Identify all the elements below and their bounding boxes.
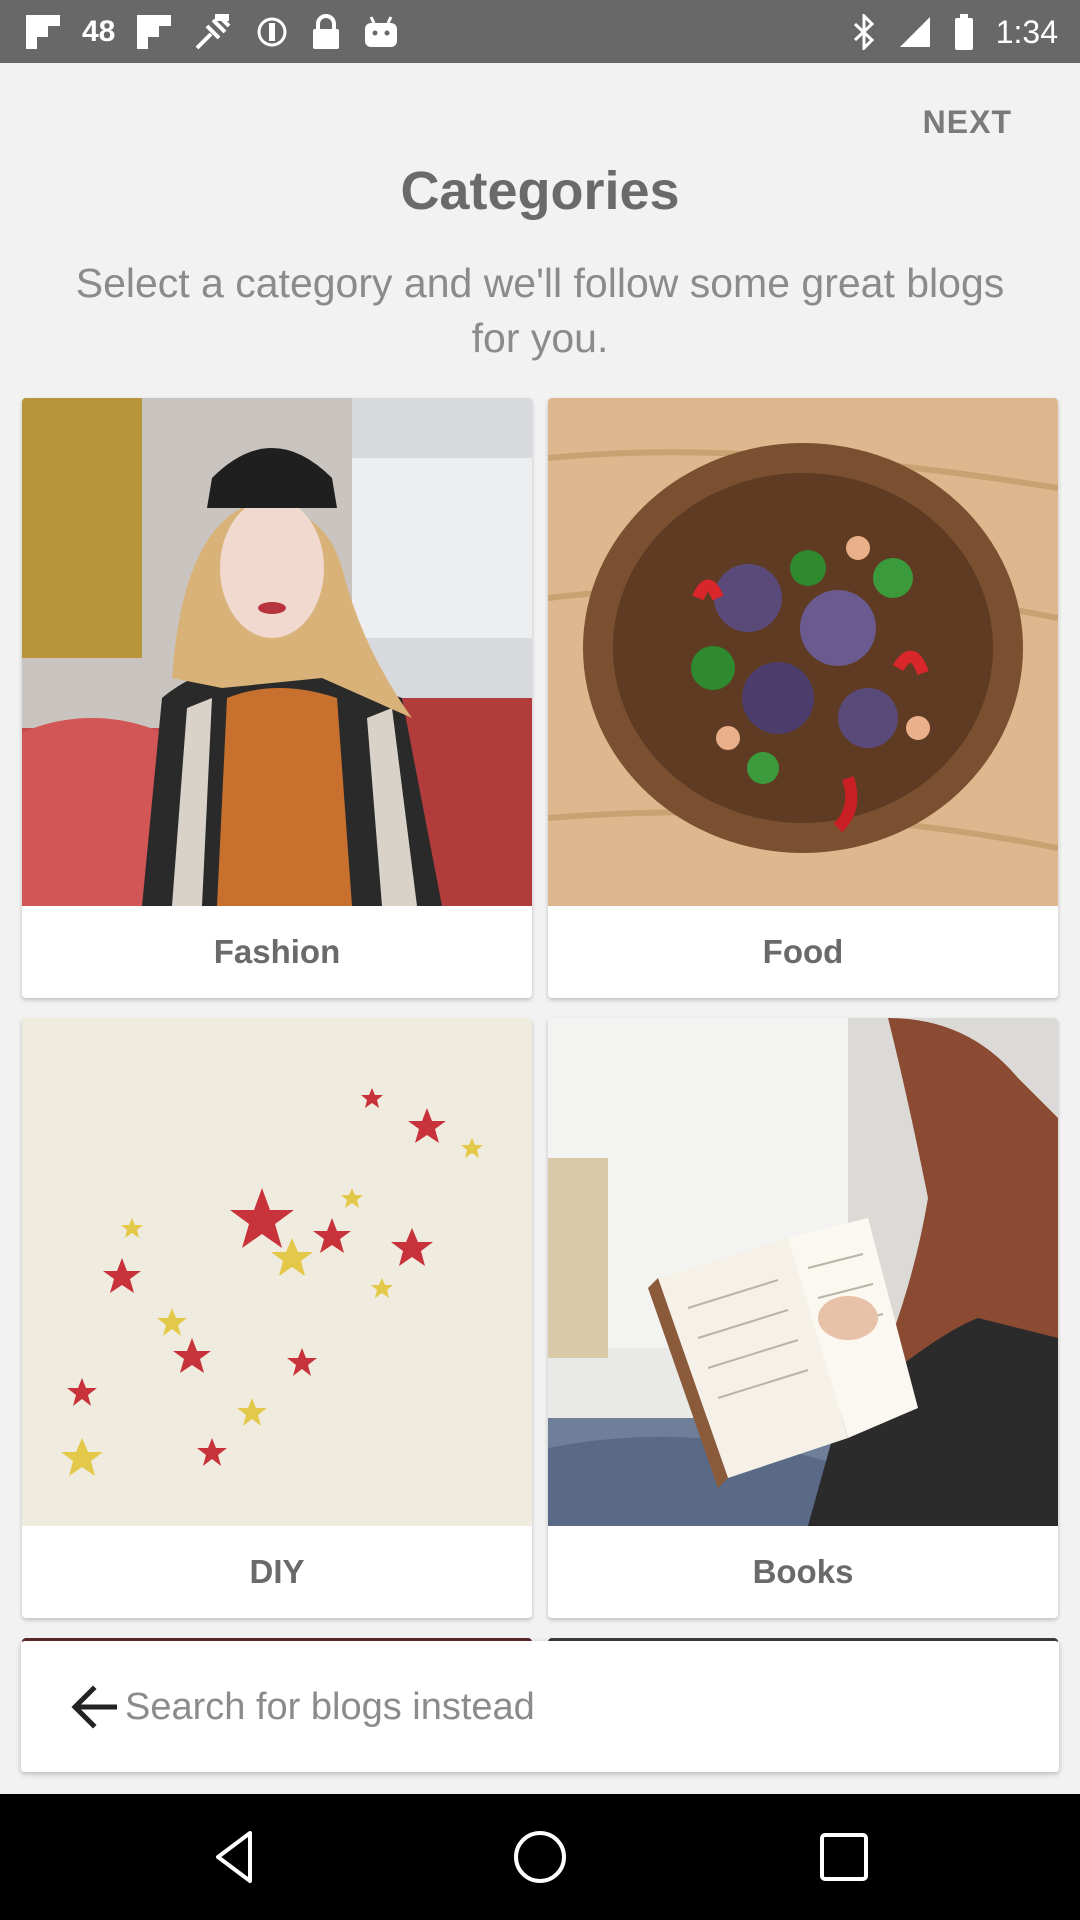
battery-icon bbox=[954, 12, 974, 52]
search-input[interactable] bbox=[125, 1671, 1025, 1743]
category-card-fashion[interactable]: Fashion bbox=[22, 398, 532, 998]
fake-gps-icon bbox=[193, 12, 233, 52]
food-image bbox=[548, 398, 1058, 906]
diy-image bbox=[22, 1018, 532, 1526]
status-bar: 48 1:34 bbox=[0, 0, 1080, 63]
notification-count: 48 bbox=[82, 15, 116, 48]
status-time: 1:34 bbox=[995, 13, 1058, 50]
home-circle-icon[interactable] bbox=[510, 1827, 570, 1887]
page-title: Categories bbox=[400, 161, 680, 221]
sync-icon bbox=[255, 12, 289, 52]
category-card-books[interactable]: Books bbox=[548, 1018, 1058, 1618]
next-button[interactable]: NEXT bbox=[923, 104, 1012, 141]
flipboard-icon bbox=[137, 12, 172, 52]
navigation-bar bbox=[0, 1794, 1080, 1920]
cellular-icon bbox=[898, 12, 932, 52]
back-triangle-icon[interactable] bbox=[206, 1827, 266, 1887]
android-icon bbox=[363, 12, 399, 52]
search-bar bbox=[21, 1641, 1059, 1772]
status-bar-right: 1:34 bbox=[852, 10, 1058, 54]
status-bar-left: 48 bbox=[26, 10, 399, 54]
fashion-image bbox=[22, 398, 532, 906]
category-label: Food bbox=[762, 933, 844, 970]
flipboard-icon bbox=[26, 12, 60, 52]
bluetooth-icon bbox=[852, 12, 876, 52]
back-arrow-icon[interactable] bbox=[71, 1685, 118, 1729]
lock-icon bbox=[311, 12, 341, 52]
books-image bbox=[548, 1018, 1058, 1526]
category-label: Books bbox=[752, 1553, 854, 1590]
category-card-diy[interactable]: DIY bbox=[22, 1018, 532, 1618]
page-subtitle: Select a category and we'll follow some … bbox=[75, 260, 1005, 361]
recents-square-icon[interactable] bbox=[814, 1827, 874, 1887]
category-card-food[interactable]: Food bbox=[548, 398, 1058, 998]
category-label: DIY bbox=[249, 1553, 305, 1590]
category-label: Fashion bbox=[213, 933, 341, 970]
